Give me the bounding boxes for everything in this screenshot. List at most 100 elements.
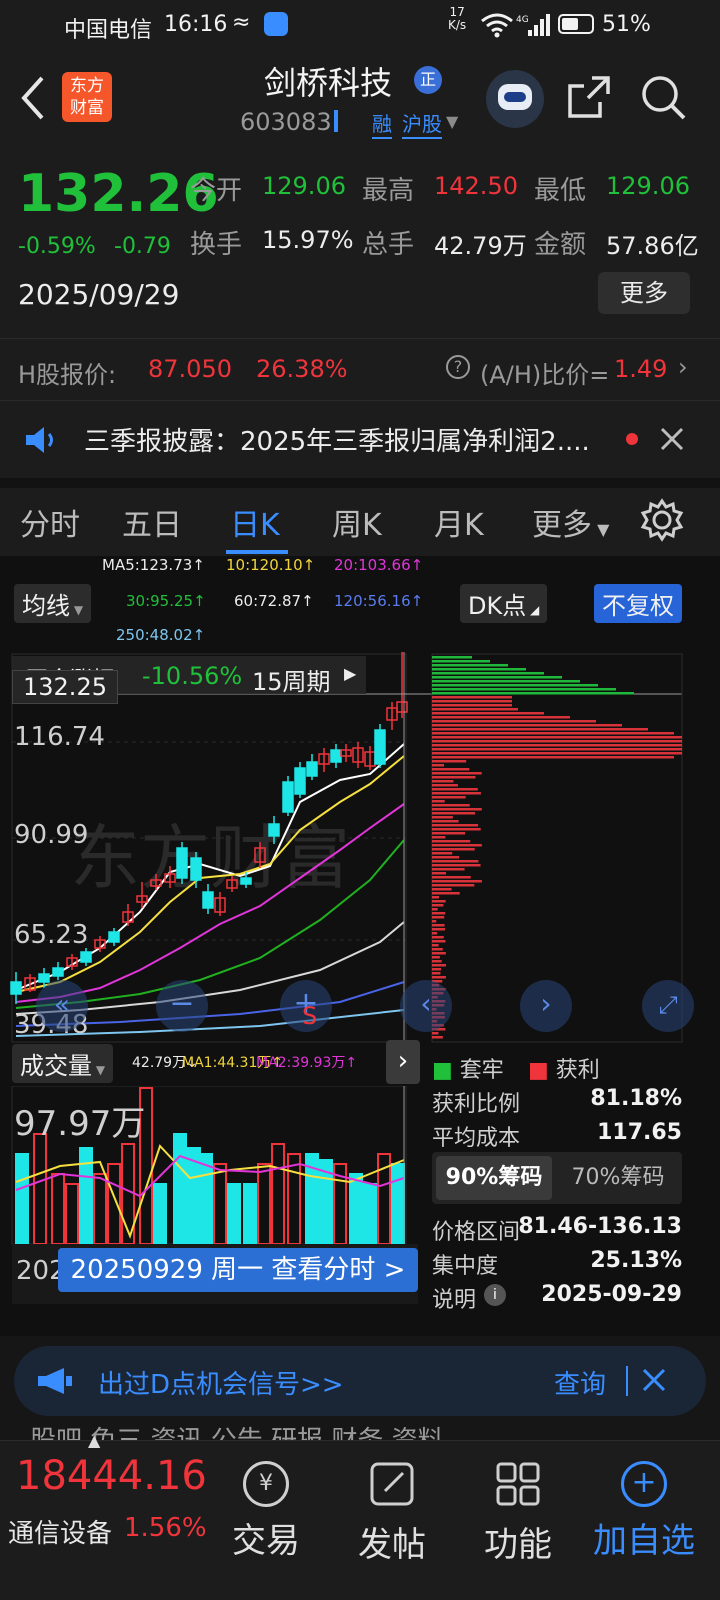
back-arrow-icon[interactable] bbox=[18, 74, 48, 122]
chip-bar bbox=[432, 956, 440, 959]
volume-bar bbox=[107, 1163, 121, 1245]
period-label: 15周期 bbox=[252, 668, 331, 696]
signal-banner[interactable]: 出过D点机会信号>> 查询 bbox=[14, 1346, 706, 1416]
no-adjust-button[interactable]: 不复权 bbox=[594, 584, 682, 623]
ah-ratio-label: (A/H)比价= bbox=[480, 361, 610, 389]
expand-arrow-icon[interactable]: › bbox=[386, 1040, 420, 1084]
high-value: 142.50 bbox=[434, 172, 518, 200]
chevron-up-icon[interactable]: ▲ bbox=[88, 1431, 100, 1450]
chip-bar bbox=[432, 796, 466, 799]
tab-monthly-k[interactable]: 月K bbox=[434, 500, 484, 544]
dk-point-button[interactable]: DK点 ◢ bbox=[460, 584, 548, 623]
speaker-icon bbox=[26, 427, 53, 453]
avg-cost-label: 平均成本 bbox=[432, 1126, 521, 1151]
nav-add-watchlist[interactable]: + 加自选 bbox=[584, 1461, 704, 1562]
close-icon[interactable] bbox=[642, 1368, 666, 1392]
app-icon bbox=[264, 12, 288, 36]
chip-bar bbox=[432, 832, 466, 835]
nav-label: 发帖 bbox=[358, 1525, 426, 1565]
indicator-dropdown[interactable]: 成交量 ▼ bbox=[12, 1044, 114, 1083]
tab-chips-70[interactable]: 70%筹码 bbox=[560, 1156, 676, 1200]
chip-bar bbox=[432, 744, 682, 747]
info-icon[interactable]: i bbox=[484, 1284, 506, 1306]
chip-bar bbox=[432, 948, 443, 951]
announcement-bar[interactable]: 三季报披露：2025年三季报归属净利润2.... bbox=[0, 400, 720, 478]
scroll-left-icon[interactable]: ‹ bbox=[400, 980, 452, 1032]
volume-bar bbox=[15, 1153, 29, 1245]
h-share-row[interactable]: H股报价: 87.050 26.38% ? (A/H)比价= 1.49 › bbox=[0, 338, 720, 400]
active-tab-indicator bbox=[226, 550, 288, 554]
chip-bar bbox=[432, 892, 460, 895]
index-value[interactable]: 18444.16 bbox=[16, 1453, 207, 1499]
chip-bar bbox=[432, 788, 478, 791]
candle-body bbox=[294, 767, 306, 795]
scroll-left-fast-icon[interactable]: « bbox=[36, 980, 88, 1032]
tab-five-day[interactable]: 五日 bbox=[122, 500, 182, 544]
zoom-out-icon[interactable]: − bbox=[156, 980, 208, 1032]
chip-bar bbox=[432, 860, 479, 863]
range-value: -10.56% bbox=[142, 662, 243, 690]
tab-more[interactable]: 更多 ▼ bbox=[532, 500, 609, 544]
market-tag: 沪股 bbox=[402, 108, 442, 139]
share-icon[interactable] bbox=[566, 74, 612, 120]
chip-bar bbox=[432, 816, 453, 819]
chip-bar bbox=[432, 936, 444, 939]
h-share-premium: 26.38% bbox=[256, 355, 348, 383]
robot-assistant-icon[interactable] bbox=[486, 70, 544, 128]
grid-icon bbox=[496, 1462, 540, 1506]
chip-tabs: 90%筹码 70%筹码 bbox=[432, 1152, 682, 1204]
volume-bar bbox=[33, 1133, 47, 1245]
help-icon[interactable]: ? bbox=[446, 355, 470, 379]
tab-daily-k[interactable]: 日K bbox=[230, 500, 280, 544]
kline-chart-area[interactable]: MA5:123.73↑ 10:120.10↑ 20:103.66↑ 30:95.… bbox=[0, 556, 720, 1336]
change-percent: -0.59% bbox=[18, 234, 96, 259]
status-bar: 中国电信 16:16 ≈ 17 K/s 4G 51% bbox=[0, 0, 720, 52]
legend-trapped: ■ 套牢 bbox=[432, 1058, 504, 1083]
tab-timeshare[interactable]: 分时 bbox=[20, 500, 80, 544]
ma60-label: 60:72.87↑ bbox=[234, 592, 314, 610]
candle-body bbox=[80, 951, 92, 963]
nav-post[interactable]: 发帖 bbox=[332, 1461, 452, 1566]
candle-body bbox=[190, 857, 202, 881]
fullscreen-icon[interactable]: ⤢ bbox=[642, 980, 694, 1032]
price-range-label: 价格区间 bbox=[432, 1220, 521, 1245]
volume-bar bbox=[213, 1163, 227, 1245]
candle-body bbox=[282, 781, 294, 813]
tab-weekly-k[interactable]: 周K bbox=[332, 500, 382, 544]
price-range-value: 81.46-136.13 bbox=[518, 1214, 682, 1239]
chip-bar bbox=[432, 908, 438, 911]
play-icon: ▶ bbox=[344, 664, 357, 683]
tab-chips-90[interactable]: 90%筹码 bbox=[436, 1156, 552, 1200]
close-icon[interactable] bbox=[660, 427, 684, 451]
stock-name: 剑桥科技 bbox=[264, 64, 393, 102]
h-share-price: 87.050 bbox=[148, 355, 232, 383]
chip-bar bbox=[432, 940, 446, 943]
chip-bar bbox=[432, 884, 475, 887]
view-timeshare-tip[interactable]: 20250929 周一 查看分时 > bbox=[58, 1248, 418, 1292]
more-button[interactable]: 更多 bbox=[598, 272, 690, 314]
kline-canvas[interactable]: 东方财富 bbox=[0, 652, 720, 1046]
avg-cost-value: 117.65 bbox=[597, 1120, 682, 1145]
query-button[interactable]: 查询 bbox=[554, 1364, 606, 1401]
nav-functions[interactable]: 功能 bbox=[458, 1461, 578, 1566]
chip-bar bbox=[432, 828, 481, 831]
chip-bar bbox=[432, 904, 444, 907]
ma-dropdown[interactable]: 均线 ▼ bbox=[14, 584, 92, 623]
ma30-label: 30:95.25↑ bbox=[126, 592, 206, 610]
search-icon[interactable] bbox=[640, 74, 688, 122]
chip-bar bbox=[432, 792, 481, 795]
profit-ratio-value: 81.18% bbox=[590, 1086, 682, 1111]
crosshair-price-label: 132.25 bbox=[12, 670, 118, 704]
chip-bar bbox=[432, 704, 512, 707]
chip-bar bbox=[432, 768, 470, 771]
nav-trade[interactable]: ¥ 交易 bbox=[206, 1461, 326, 1562]
scroll-right-icon[interactable]: › bbox=[520, 980, 572, 1032]
chevron-down-icon[interactable]: ▼ bbox=[446, 112, 458, 131]
gear-icon[interactable] bbox=[640, 498, 684, 542]
chip-bar bbox=[432, 856, 460, 859]
ma20-label: 20:103.66↑ bbox=[334, 556, 424, 574]
volume-bar bbox=[271, 1143, 285, 1245]
candle-body bbox=[38, 973, 50, 983]
quote-panel: 132.26 -0.59% -0.79 2025/09/29 今开 129.06… bbox=[0, 148, 720, 338]
chip-bar bbox=[432, 876, 471, 879]
